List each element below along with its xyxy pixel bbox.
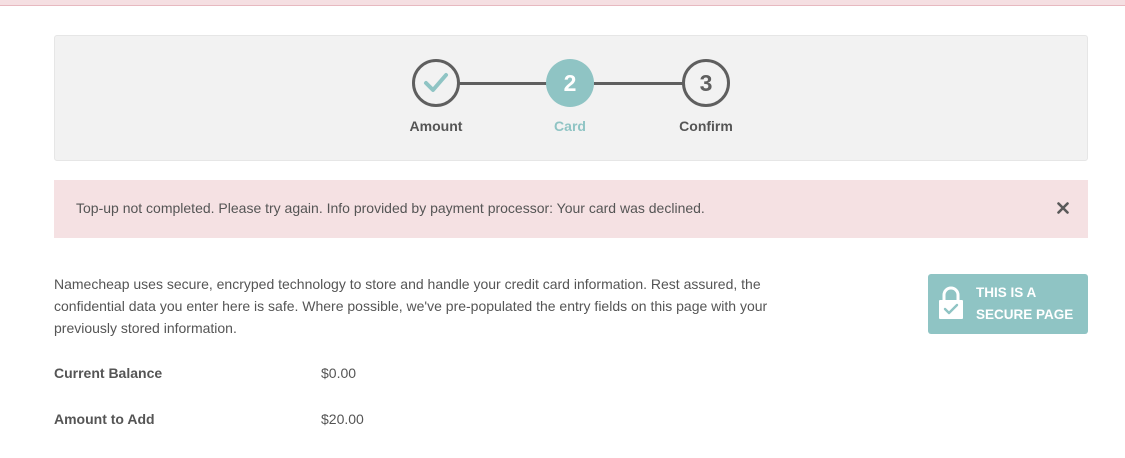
- secure-lock-icon: [939, 286, 963, 319]
- secure-badge-line2: SECURE PAGE: [976, 307, 1074, 322]
- secure-page-badge: THIS IS A SECURE PAGE: [928, 274, 1088, 334]
- amount-to-add-label: Amount to Add: [54, 411, 155, 427]
- top-header-strip: [0, 0, 1125, 6]
- security-description: Namecheap uses secure, encryped technolo…: [54, 276, 768, 336]
- page: 2 3 Amount Card Confirm Top-up not compl…: [0, 0, 1125, 458]
- current-balance-label: Current Balance: [54, 365, 163, 381]
- current-balance-row: Current Balance $0.00: [54, 365, 554, 385]
- step-amount-label: Amount: [409, 118, 463, 134]
- step-card-number: 2: [563, 69, 577, 96]
- step-card-circle: 2: [546, 59, 594, 107]
- secure-badge-text: THIS IS A SECURE PAGE: [976, 282, 1082, 326]
- close-icon: [1057, 202, 1069, 214]
- current-balance-value: $0.00: [321, 365, 357, 381]
- step-confirm-circle: 3: [682, 59, 730, 107]
- progress-stepper: 2 3 Amount Card Confirm: [54, 35, 1088, 161]
- error-alert: Top-up not completed. Please try again. …: [54, 180, 1088, 238]
- checkmark-icon: [424, 73, 448, 92]
- close-alert-button[interactable]: [1052, 197, 1074, 219]
- step-amount-circle: [412, 59, 460, 107]
- amount-to-add-row: Amount to Add $20.00: [54, 411, 554, 431]
- step-card-label: Card: [554, 118, 586, 134]
- secure-badge-line1: THIS IS A: [976, 285, 1037, 300]
- step-connector-1: [459, 82, 549, 85]
- error-message: Top-up not completed. Please try again. …: [76, 200, 705, 216]
- step-connector-2: [594, 82, 684, 85]
- step-confirm-label: Confirm: [679, 118, 733, 134]
- amount-to-add-value: $20.00: [321, 411, 364, 427]
- step-confirm-number: 3: [699, 69, 713, 96]
